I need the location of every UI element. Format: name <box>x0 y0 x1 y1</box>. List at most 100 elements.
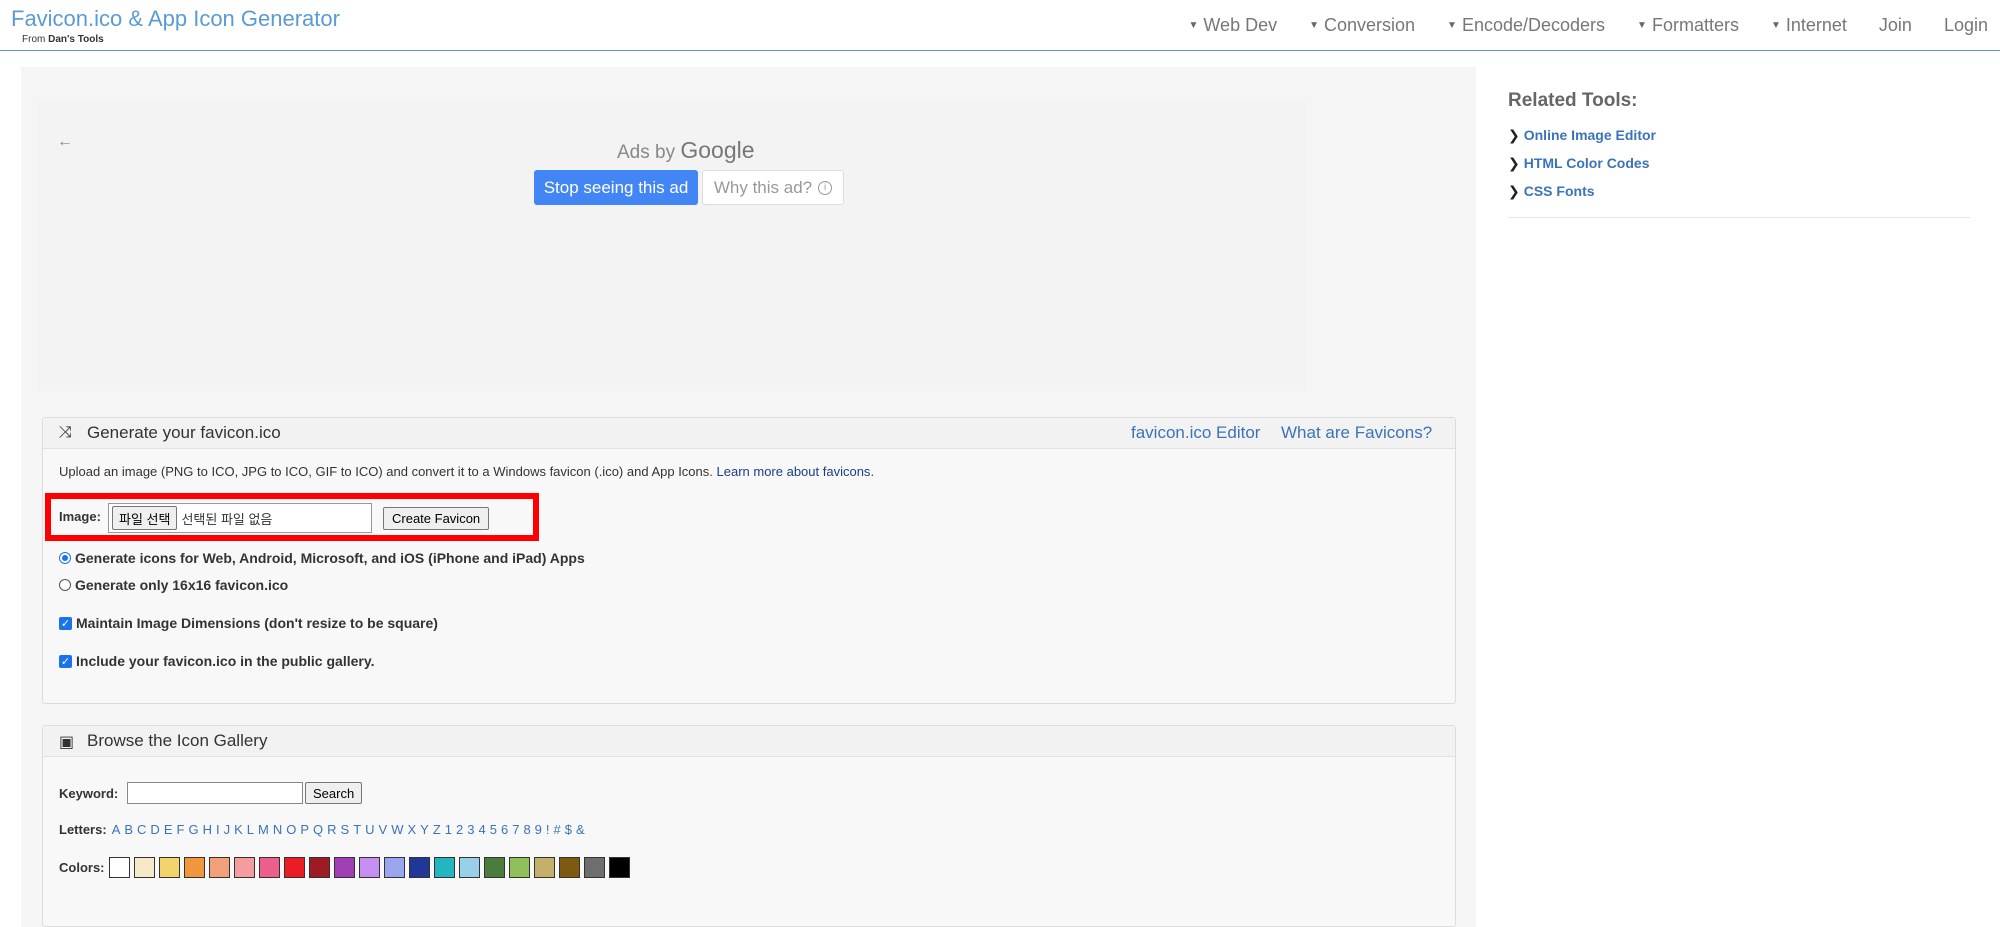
letter-link[interactable]: G <box>188 822 198 837</box>
learn-more-link[interactable]: Learn more about favicons <box>717 464 871 479</box>
color-swatch[interactable] <box>283 857 305 878</box>
color-swatch[interactable] <box>158 857 180 878</box>
letter-link[interactable]: S <box>341 822 350 837</box>
letter-link[interactable]: & <box>576 822 585 837</box>
nav-web-dev[interactable]: ▼ Web Dev <box>1172 15 1293 36</box>
color-swatch[interactable] <box>108 857 130 878</box>
letter-link[interactable]: I <box>216 822 220 837</box>
letter-link[interactable]: 6 <box>501 822 508 837</box>
stop-seeing-ad-button[interactable]: Stop seeing this ad <box>534 170 698 205</box>
letters-list: A B C D E F G H I J K L M N O P Q R S T U V W X Y Z 1 2 3 4 5 6 7 8 9! # $ & <box>112 822 589 837</box>
letter-link[interactable]: 5 <box>490 822 497 837</box>
nav-conversion[interactable]: ▼ Conversion <box>1293 15 1431 36</box>
option-16x16[interactable]: Generate only 16x16 favicon.ico <box>59 577 288 593</box>
letter-link[interactable]: P <box>300 822 309 837</box>
letter-link[interactable]: 2 <box>456 822 463 837</box>
letter-link[interactable]: ! <box>546 822 550 837</box>
letter-link[interactable]: N <box>273 822 282 837</box>
letter-link[interactable]: D <box>150 822 159 837</box>
letter-link[interactable]: H <box>203 822 212 837</box>
letter-link[interactable]: Q <box>313 822 323 837</box>
checkbox-maintain-dimensions[interactable]: ✓ <box>59 616 72 630</box>
related-html-color-codes[interactable]: ❯ HTML Color Codes <box>1508 149 1656 177</box>
letter-link[interactable]: 7 <box>512 822 519 837</box>
related-online-image-editor[interactable]: ❯ Online Image Editor <box>1508 121 1656 149</box>
letter-link[interactable]: C <box>137 822 146 837</box>
create-favicon-button[interactable]: Create Favicon <box>383 507 490 530</box>
letter-link[interactable]: Y <box>420 822 429 837</box>
color-swatch[interactable] <box>458 857 480 878</box>
caret-down-icon: ▼ <box>1447 19 1457 31</box>
ad-container: ← Ads by Google Stop seeing this ad Why … <box>37 101 1307 391</box>
info-icon: i <box>818 180 833 195</box>
letter-link[interactable]: X <box>408 822 417 837</box>
letter-link[interactable]: T <box>353 822 361 837</box>
letter-link[interactable]: Z <box>433 822 441 837</box>
nav-login[interactable]: Login <box>1928 15 2000 36</box>
letter-link[interactable]: U <box>365 822 374 837</box>
color-swatch[interactable] <box>258 857 280 878</box>
color-swatch[interactable] <box>608 857 630 878</box>
color-swatch[interactable] <box>558 857 580 878</box>
choose-file-button[interactable]: 파일 선택 <box>112 506 178 530</box>
nav-join[interactable]: Join <box>1863 15 1928 36</box>
color-swatch[interactable] <box>483 857 505 878</box>
color-swatch[interactable] <box>408 857 430 878</box>
color-swatch[interactable] <box>358 857 380 878</box>
letter-link[interactable]: E <box>164 822 173 837</box>
color-swatch[interactable] <box>308 857 330 878</box>
letter-link[interactable]: 1 <box>445 822 452 837</box>
nav-formatters[interactable]: ▼ Formatters <box>1621 15 1755 36</box>
radio-16x16[interactable] <box>59 579 71 591</box>
letter-link[interactable]: 3 <box>467 822 474 837</box>
letter-link[interactable]: K <box>234 822 243 837</box>
radio-all-apps[interactable] <box>59 552 71 564</box>
search-button[interactable]: Search <box>305 782 363 804</box>
checkbox-public-gallery[interactable]: ✓ <box>59 654 72 668</box>
site-brand-link[interactable]: Favicon.ico & App Icon Generator <box>11 6 340 32</box>
color-swatch[interactable] <box>183 857 205 878</box>
image-icon: ▣ <box>59 734 75 751</box>
letter-link[interactable]: 8 <box>523 822 530 837</box>
color-swatch[interactable] <box>208 857 230 878</box>
color-swatch[interactable] <box>233 857 255 878</box>
letter-link[interactable]: W <box>391 822 403 837</box>
nav-internet[interactable]: ▼ Internet <box>1755 15 1863 36</box>
what-are-favicons-link[interactable]: What are Favicons? <box>1281 423 1432 443</box>
letter-link[interactable]: O <box>286 822 296 837</box>
nav-label: Internet <box>1785 14 1847 35</box>
letter-link[interactable]: M <box>258 822 269 837</box>
color-swatch[interactable] <box>533 857 555 878</box>
letter-link[interactable]: 4 <box>479 822 486 837</box>
color-swatch[interactable] <box>333 857 355 878</box>
color-swatch[interactable] <box>133 857 155 878</box>
letter-link[interactable]: $ <box>565 822 572 837</box>
color-swatch[interactable] <box>583 857 605 878</box>
keyword-input[interactable] <box>127 782 303 804</box>
letter-link[interactable]: V <box>379 822 388 837</box>
letter-link[interactable]: A <box>112 822 121 837</box>
color-swatch[interactable] <box>383 857 405 878</box>
image-file-input[interactable]: 파일 선택 선택된 파일 없음 <box>108 503 372 533</box>
color-swatch[interactable] <box>508 857 530 878</box>
color-swatch[interactable] <box>433 857 455 878</box>
image-label: Image: <box>59 509 101 524</box>
letter-link[interactable]: J <box>224 822 231 837</box>
favicon-editor-link[interactable]: favicon.ico Editor <box>1131 423 1260 443</box>
gallery-panel-title: Browse the Icon Gallery <box>87 731 268 750</box>
option-maintain-dimensions[interactable]: ✓ Maintain Image Dimensions (don't resiz… <box>59 615 438 631</box>
letter-link[interactable]: L <box>247 822 254 837</box>
letter-link[interactable]: 9 <box>535 822 542 837</box>
why-this-ad-button[interactable]: Why this ad? i <box>702 170 844 205</box>
back-arrow-icon[interactable]: ← <box>57 133 73 151</box>
option-all-apps[interactable]: Generate icons for Web, Android, Microso… <box>59 550 585 566</box>
nav-label: Encode/Decoders <box>1461 14 1606 35</box>
related-tools-title: Related Tools: <box>1508 90 1638 111</box>
nav-encode-decoders[interactable]: ▼ Encode/Decoders <box>1431 15 1621 36</box>
related-css-fonts[interactable]: ❯ CSS Fonts <box>1508 177 1656 205</box>
letter-link[interactable]: B <box>124 822 133 837</box>
letter-link[interactable]: F <box>176 822 184 837</box>
letter-link[interactable]: # <box>554 822 561 837</box>
option-public-gallery[interactable]: ✓ Include your favicon.ico in the public… <box>59 653 374 669</box>
letter-link[interactable]: R <box>327 822 336 837</box>
